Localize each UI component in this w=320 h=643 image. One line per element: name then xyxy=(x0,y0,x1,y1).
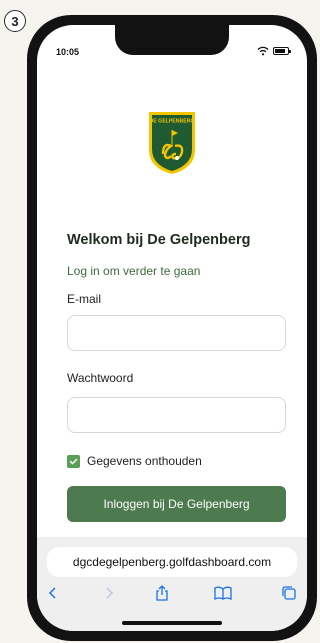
share-button[interactable] xyxy=(150,581,174,605)
bookmarks-icon xyxy=(214,586,232,600)
page-title: Welkom bij De Gelpenberg xyxy=(67,232,251,248)
battery-icon xyxy=(273,47,291,55)
back-icon xyxy=(48,587,56,599)
phone-notch xyxy=(115,25,229,55)
email-field[interactable] xyxy=(67,315,286,351)
golf-club-logo: DE GELPENBERG xyxy=(149,112,195,174)
address-bar[interactable]: dgcdegelpenberg.golfdashboard.com xyxy=(47,547,297,577)
url-text: dgcdegelpenberg.golfdashboard.com xyxy=(72,555,272,569)
checkmark-icon xyxy=(69,458,78,464)
tabs-button[interactable] xyxy=(277,581,301,605)
browser-nav xyxy=(37,581,307,605)
back-button[interactable] xyxy=(41,581,65,605)
step-number-badge: 3 xyxy=(4,10,26,32)
safari-bottom-bar: dgcdegelpenberg.golfdashboard.com xyxy=(37,537,307,631)
forward-icon xyxy=(106,587,114,599)
page-subtitle: Log in om verder te gaan xyxy=(67,264,201,278)
status-time: 10:05 xyxy=(56,47,80,57)
phone-frame: 10:05 DE GELPENBERG Welkom bij De Gelpen… xyxy=(27,15,317,641)
login-button[interactable]: Inloggen bij De Gelpenberg xyxy=(67,486,286,522)
remember-checkbox[interactable] xyxy=(67,454,80,468)
remember-me-toggle[interactable]: Gegevens onthouden xyxy=(67,454,202,468)
forward-button[interactable] xyxy=(97,581,121,605)
password-label: Wachtwoord xyxy=(67,371,134,385)
home-indicator xyxy=(122,621,222,625)
wifi-icon xyxy=(257,46,269,56)
email-label: E-mail xyxy=(67,292,102,306)
share-icon xyxy=(156,585,168,601)
bookmarks-button[interactable] xyxy=(211,581,235,605)
status-icons xyxy=(257,46,291,56)
logo-text: DE GELPENBERG xyxy=(150,119,195,125)
tabs-icon xyxy=(282,586,296,600)
password-field[interactable] xyxy=(67,397,286,433)
remember-label: Gegevens onthouden xyxy=(87,454,202,468)
phone-screen: 10:05 DE GELPENBERG Welkom bij De Gelpen… xyxy=(37,25,307,631)
